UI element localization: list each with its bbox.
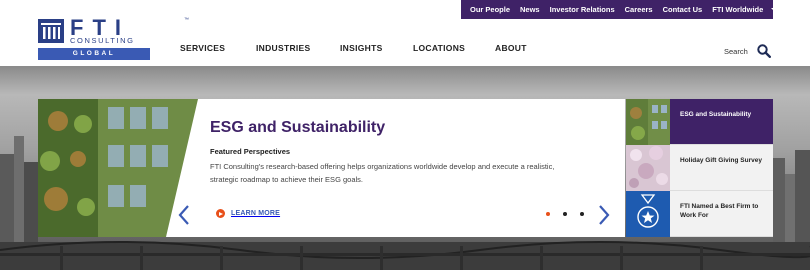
featured-side-panel: ESG and Sustainability Holiday Gift Givi…: [626, 99, 773, 237]
slide-dot-1[interactable]: [546, 212, 550, 216]
nav-industries[interactable]: INDUSTRIES: [256, 43, 340, 53]
side-item-best-firm[interactable]: FTI Named a Best Firm to Work For: [626, 191, 773, 237]
fti-worldwide-dropdown[interactable]: FTI Worldwide: [712, 5, 778, 14]
utility-link-contact-us[interactable]: Contact Us: [663, 5, 703, 14]
search-button[interactable]: Search: [724, 44, 771, 58]
caret-down-icon: [771, 8, 778, 11]
side-item-holiday-survey[interactable]: Holiday Gift Giving Survey: [626, 145, 773, 191]
learn-more-link[interactable]: LEARN MORE: [210, 209, 280, 218]
slide-dot-2[interactable]: [563, 212, 567, 216]
nav-services[interactable]: SERVICES: [180, 43, 256, 53]
chevron-right-icon[interactable]: [596, 203, 612, 227]
nav-about[interactable]: ABOUT: [495, 43, 527, 53]
arrow-circle-icon: [216, 209, 225, 218]
fti-consulting-logo[interactable]: FTI ™ CONSULTING GLOBAL: [38, 16, 189, 61]
nav-locations[interactable]: LOCATIONS: [413, 43, 495, 53]
hero-slide: ESG and Sustainability Featured Perspect…: [38, 99, 625, 237]
slide-description: FTI Consulting's research-based offering…: [210, 162, 555, 184]
slide-pagination: [546, 212, 597, 216]
holiday-lights-thumbnail: [626, 145, 670, 191]
slide-dot-3[interactable]: [580, 212, 584, 216]
logo-subtitle: CONSULTING: [70, 36, 135, 45]
side-item-label: Holiday Gift Giving Survey: [680, 157, 762, 164]
utility-link-our-people[interactable]: Our People: [470, 5, 510, 14]
search-label: Search: [724, 46, 748, 56]
learn-more-label: LEARN MORE: [231, 210, 281, 217]
fti-worldwide-label: FTI Worldwide: [712, 5, 764, 14]
chevron-left-icon[interactable]: [176, 203, 192, 227]
utility-link-careers[interactable]: Careers: [625, 5, 653, 14]
green-wall-thumbnail: [626, 99, 670, 145]
award-badge-icon: [626, 191, 670, 237]
main-nav: SERVICES INDUSTRIES INSIGHTS LOCATIONS A…: [180, 43, 527, 53]
building-columns-icon: [38, 19, 64, 43]
magnifier-icon: [757, 44, 771, 58]
slide-kicker: Featured Perspectives: [210, 147, 291, 156]
side-item-label: ESG and Sustainability: [680, 111, 752, 118]
slide-title: ESG and Sustainability: [210, 119, 386, 136]
utility-link-investor-relations[interactable]: Investor Relations: [550, 5, 615, 14]
side-item-label: FTI Named a Best Firm to Work For: [680, 203, 759, 219]
utility-nav: Our People News Investor Relations Caree…: [461, 0, 778, 19]
logo-trademark: ™: [184, 17, 189, 23]
logo-region: GLOBAL: [38, 48, 150, 60]
green-wall-building-image: [38, 99, 198, 237]
utility-link-news[interactable]: News: [520, 5, 540, 14]
nav-insights[interactable]: INSIGHTS: [340, 43, 413, 53]
side-item-esg[interactable]: ESG and Sustainability: [626, 99, 773, 145]
